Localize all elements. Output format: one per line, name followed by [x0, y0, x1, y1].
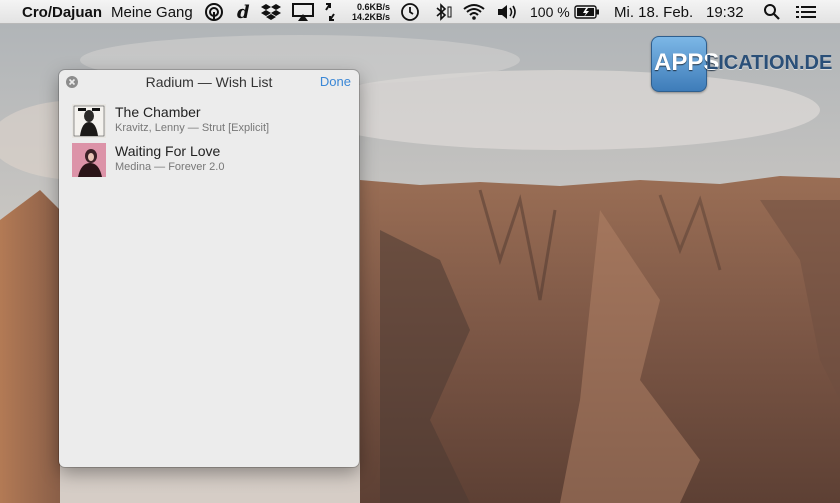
- song-title: The Chamber: [115, 104, 201, 120]
- d-app-icon[interactable]: d: [236, 0, 252, 24]
- battery-percentage: 100 %: [530, 4, 570, 20]
- song-meta: Kravitz, Lenny — Strut [Explicit]: [115, 122, 270, 134]
- watermark-logo: APPS LICATION.DE: [651, 36, 832, 92]
- panel-title: Radium — Wish List: [145, 74, 273, 90]
- album-art: [72, 143, 106, 177]
- wifi-icon[interactable]: [463, 0, 485, 24]
- done-button[interactable]: Done: [320, 74, 351, 89]
- song-title: Waiting For Love: [115, 143, 221, 159]
- menubar-clock[interactable]: 19:32: [706, 0, 744, 24]
- svg-text:d: d: [237, 2, 250, 22]
- search-icon[interactable]: [763, 0, 781, 24]
- album-art: [72, 104, 106, 138]
- dropbox-icon[interactable]: [261, 0, 281, 24]
- wish-list-panel: Radium — Wish List Done The Chamber Krav…: [59, 70, 359, 467]
- list-icon[interactable]: [796, 0, 816, 24]
- network-speed: 0.6KB/s 14.2KB/s: [344, 0, 390, 24]
- sync-icon[interactable]: [323, 0, 337, 24]
- list-item[interactable]: The Chamber Kravitz, Lenny — Strut [Expl…: [59, 102, 359, 140]
- now-playing-track[interactable]: Meine Gang: [111, 0, 193, 24]
- list-item[interactable]: Waiting For Love Medina — Forever 2.0: [59, 141, 359, 179]
- airplay-icon[interactable]: [292, 0, 314, 24]
- net-download-rate: 14.2KB/s: [351, 12, 390, 22]
- menu-bar: Cro/Dajuan Meine Gang d 0.6KB/s 14.2KB/s…: [0, 0, 840, 24]
- panel-header: Radium — Wish List Done: [59, 70, 359, 94]
- net-upload-rate: 0.6KB/s: [356, 2, 390, 12]
- logo-text-rest: LICATION.DE: [706, 52, 833, 74]
- app-name[interactable]: Cro/Dajuan: [22, 0, 102, 24]
- battery-icon[interactable]: [574, 0, 600, 24]
- song-meta: Medina — Forever 2.0: [115, 161, 225, 173]
- volume-icon[interactable]: [496, 0, 520, 24]
- airdrop-icon[interactable]: [204, 0, 224, 24]
- menubar-date[interactable]: Mi. 18. Feb.: [614, 0, 693, 24]
- bluetooth-icon[interactable]: [432, 0, 452, 24]
- time-machine-icon[interactable]: [400, 0, 420, 24]
